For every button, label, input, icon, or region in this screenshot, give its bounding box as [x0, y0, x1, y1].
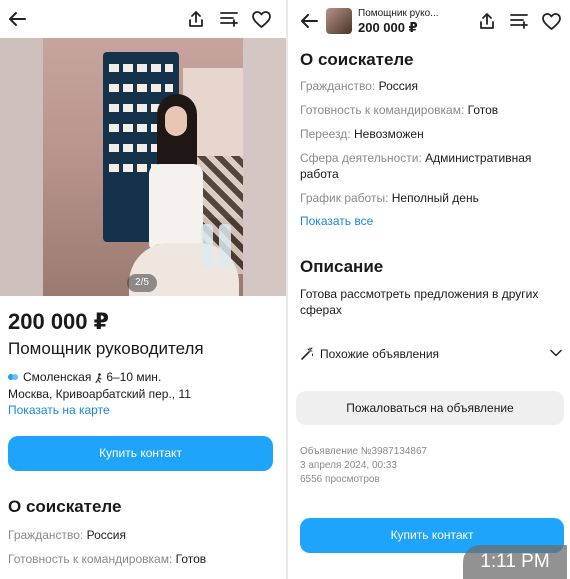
- listing-title: Помощник руководителя: [8, 339, 204, 358]
- listing-panel-right: Помощник руко... 200 000 ₽ О соискателе …: [288, 0, 570, 579]
- address: Москва, Кривоарбатский пер., 11: [8, 387, 191, 401]
- listing-photo[interactable]: 2/5: [0, 38, 286, 296]
- description-heading: Описание: [300, 257, 384, 276]
- chevron-down-icon: [550, 349, 562, 357]
- photo-counter: 2/5: [127, 274, 157, 292]
- walk-time: 6–10 мин.: [106, 370, 162, 384]
- view-count: 6556 просмотров: [300, 474, 380, 485]
- status-time: 1:11 PM: [463, 545, 567, 579]
- field-business-trips: Готовность к командировкам: Готов: [8, 552, 207, 566]
- field-industry-continued: работа: [300, 167, 339, 181]
- favorite-heart-icon[interactable]: [542, 13, 561, 30]
- share-icon[interactable]: [478, 12, 496, 30]
- header-title: Помощник руко...: [358, 8, 439, 19]
- compare-list-icon[interactable]: [220, 11, 238, 27]
- report-listing-button[interactable]: Пожаловаться на объявление: [296, 391, 564, 425]
- back-arrow-icon[interactable]: [300, 13, 318, 29]
- buy-contact-button[interactable]: Купить контакт: [8, 436, 273, 471]
- description-line-1: Готова рассмотреть предложения в других: [300, 287, 539, 301]
- metro-station: Смоленская 6–10 мин.: [8, 370, 161, 384]
- field-industry: Сфера деятельности: Административная: [300, 151, 532, 165]
- back-arrow-icon[interactable]: [8, 11, 26, 27]
- metro-line-icon: [8, 374, 19, 380]
- field-citizenship: Гражданство: Россия: [300, 79, 418, 93]
- header-price: 200 000 ₽: [358, 20, 418, 35]
- applicant-heading: О соискателе: [8, 497, 122, 516]
- show-all-link[interactable]: Показать все: [300, 214, 373, 228]
- similar-listings-toggle[interactable]: Похожие объявления: [300, 345, 564, 365]
- field-relocation: Переезд: Невозможен: [300, 127, 424, 141]
- top-bar: [0, 0, 286, 38]
- similar-listings-label: Похожие объявления: [320, 347, 440, 361]
- listing-thumbnail: [326, 8, 352, 34]
- field-schedule: График работы: Неполный день: [300, 191, 479, 205]
- compare-list-icon[interactable]: [510, 13, 528, 29]
- field-citizenship: Гражданство: Россия: [8, 528, 126, 542]
- listing-panel-left: 2/5 200 000 ₽ Помощник руководителя Смол…: [0, 0, 286, 579]
- favorite-heart-icon[interactable]: [252, 11, 271, 28]
- magic-wand-icon: [300, 347, 314, 361]
- walking-person-icon: [95, 372, 103, 384]
- listing-price: 200 000 ₽: [8, 309, 109, 334]
- ad-date: 3 апреля 2024, 00:33: [300, 460, 397, 471]
- share-icon[interactable]: [187, 10, 205, 28]
- field-business-trips: Готовность к командировкам: Готов: [300, 103, 499, 117]
- ad-number: Объявление №3987134867: [300, 446, 428, 457]
- show-on-map-link[interactable]: Показать на карте: [8, 403, 110, 417]
- description-line-2: сферах: [300, 303, 342, 317]
- applicant-heading: О соискателе: [300, 50, 414, 69]
- sticky-header: Помощник руко... 200 000 ₽: [288, 0, 570, 40]
